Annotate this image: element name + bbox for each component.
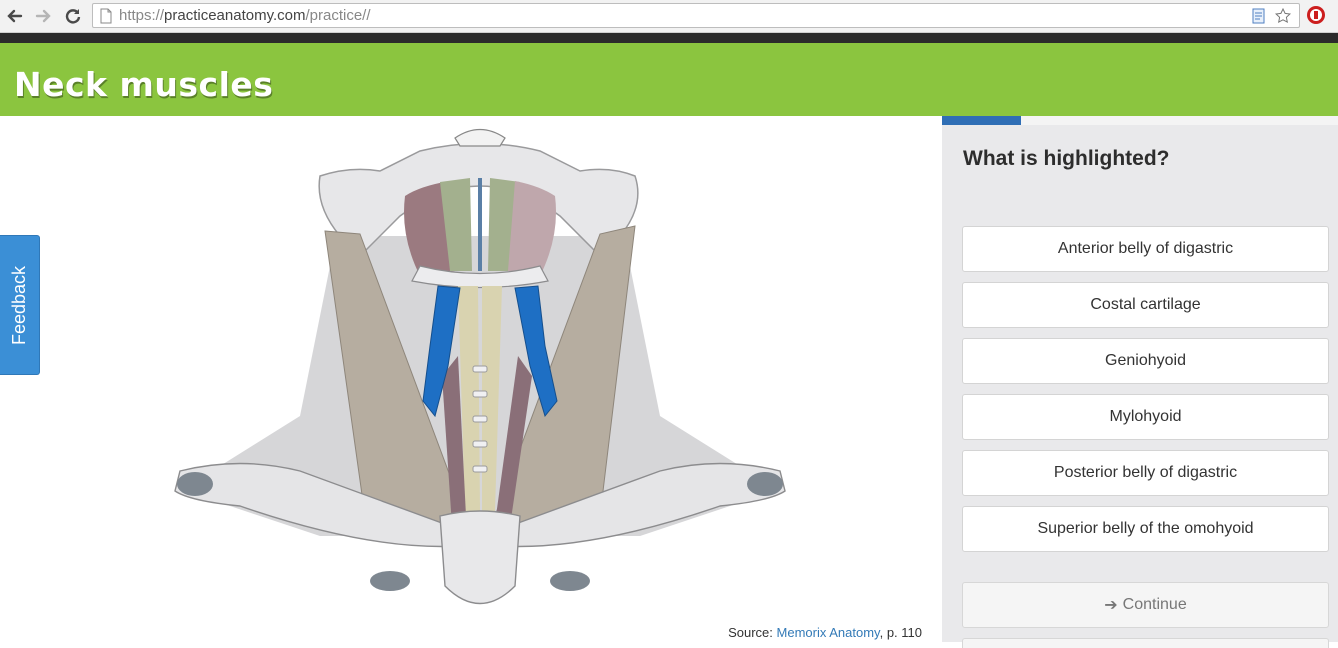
quiz-panel: What is highlighted? Anterior belly of d… [942, 116, 1338, 648]
acromion-right [747, 472, 783, 496]
browser-toolbar: https://practiceanatomy.com/practice// [0, 0, 1338, 33]
extension-stop-icon[interactable] [1305, 4, 1327, 26]
back-icon[interactable] [4, 5, 26, 27]
answer-option[interactable]: Superior belly of the omohyoid [962, 506, 1329, 552]
answer-option[interactable]: Geniohyoid [962, 338, 1329, 384]
anatomy-illustration [174, 128, 786, 605]
progress-fill [942, 116, 1022, 125]
answer-list: Anterior belly of digastric Costal cartil… [962, 226, 1329, 562]
source-link[interactable]: Memorix Anatomy [777, 625, 880, 640]
teeth [454, 128, 506, 147]
arrow-right-icon: ➔ [1104, 597, 1118, 614]
reload-icon[interactable] [62, 5, 84, 27]
page-title: Neck muscles [14, 65, 274, 104]
feedback-label: Feedback [9, 265, 29, 345]
continue-button[interactable]: ➔ Continue [962, 582, 1329, 628]
page-icon [100, 8, 112, 24]
page-header: Neck muscles [0, 43, 1338, 116]
bookmark-star-icon[interactable] [1275, 8, 1291, 24]
forward-icon[interactable] [32, 5, 54, 27]
answer-option[interactable]: Posterior belly of digastric [962, 450, 1329, 496]
url-text: https://practiceanatomy.com/practice// [119, 7, 371, 24]
question-text: What is highlighted? [963, 147, 1170, 170]
progress-bar [942, 116, 1338, 125]
feedback-tab[interactable]: Feedback [0, 235, 40, 375]
continue-label: Continue [1122, 596, 1187, 613]
next-button-partial[interactable] [962, 638, 1329, 648]
first-rib-right [550, 571, 590, 591]
first-rib-left [370, 571, 410, 591]
answer-option[interactable]: Costal cartilage [962, 282, 1329, 328]
acromion-left [177, 472, 213, 496]
address-bar[interactable]: https://practiceanatomy.com/practice// [92, 3, 1300, 28]
answer-option[interactable]: Mylohyoid [962, 394, 1329, 440]
midline-raphe [478, 178, 482, 271]
sternum [439, 510, 521, 605]
image-source: Source: Memorix Anatomy, p. 110 [728, 625, 922, 640]
answer-option[interactable]: Anterior belly of digastric [962, 226, 1329, 272]
document-icon[interactable] [1251, 8, 1267, 24]
toolbar-divider [0, 33, 1338, 43]
